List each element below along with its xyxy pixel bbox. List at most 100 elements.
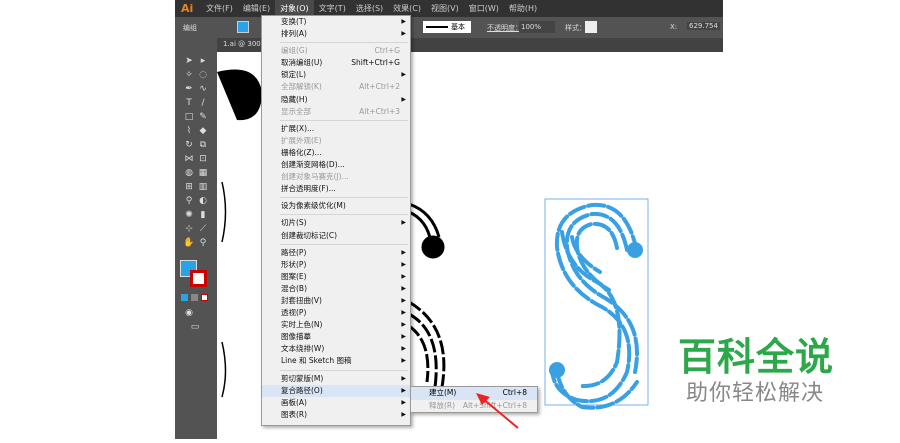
black-fingerprint-upper — [408, 202, 445, 259]
menu-item[interactable]: 实时上色(N) ▶ — [262, 319, 410, 331]
menu-item-label: 显示全部 — [281, 106, 311, 116]
scale-icon[interactable]: ⧉ — [197, 140, 209, 150]
submenu-arrow-icon: ▶ — [401, 386, 406, 394]
menu-item[interactable]: 创建裁切标记(C) — [262, 230, 410, 242]
none-mode-icon[interactable] — [201, 294, 208, 301]
menu-item[interactable]: 锁定(L) ▶ — [262, 69, 410, 81]
menu-item[interactable]: 路径(P) ▶ — [262, 247, 410, 259]
menu-item[interactable]: 复合路径(O) ▶ — [262, 384, 410, 397]
perspective-icon[interactable]: ▦ — [197, 168, 209, 178]
stroke-style-label: 基本 — [451, 23, 465, 31]
hand-icon[interactable]: ✋ — [183, 238, 195, 248]
lasso-icon[interactable]: ◌ — [197, 70, 209, 80]
menu-item[interactable]: 栅格化(Z)... — [262, 147, 410, 159]
menu-item[interactable]: 设为像素级优化(M) — [262, 200, 410, 212]
submenu-arrow-icon: ▶ — [401, 296, 406, 304]
s-bottom-cap — [549, 362, 565, 378]
stroke-color-swatch[interactable] — [190, 270, 207, 287]
menu-item[interactable]: 文本绕排(W) ▶ — [262, 343, 410, 355]
black-curve-left — [221, 341, 227, 398]
rectangle-tool-icon[interactable]: □ — [183, 112, 195, 122]
menu-item[interactable]: 变换(T) ▶ — [262, 16, 410, 28]
menu-item-label: 实时上色(N) — [281, 320, 323, 330]
gradient-icon[interactable]: ▥ — [197, 182, 209, 192]
menu-item[interactable]: 形状(P) ▶ — [262, 259, 410, 271]
submenu-arrow-icon: ▶ — [401, 345, 406, 353]
mesh-icon[interactable]: ⊞ — [183, 182, 195, 192]
menu-item[interactable]: 透视(P) ▶ — [262, 307, 410, 319]
rotate-icon[interactable]: ↻ — [183, 140, 195, 150]
menu-item[interactable]: 全部解锁(K) Alt+Ctrl+2 — [262, 81, 410, 93]
x-input[interactable]: 629.754 — [687, 22, 720, 30]
pencil-icon[interactable]: ✎ — [197, 112, 209, 122]
direct-selection-tool-icon[interactable]: ▸ — [197, 56, 209, 66]
menu-item-label: 排列(A) — [281, 29, 307, 39]
menu-item[interactable]: Line 和 Sketch 图稿 ▶ — [262, 355, 410, 367]
menu-item[interactable]: 画板(A) ▶ — [262, 397, 410, 409]
draw-mode-icon[interactable]: ◉ — [183, 308, 195, 318]
menu-item-shortcut: Shift+Ctrl+G — [351, 58, 400, 68]
menu-item-label: 取消编组(U) — [281, 58, 323, 68]
artboard-icon[interactable]: ⊹ — [183, 224, 195, 234]
submenu-arrow-icon: ▶ — [401, 333, 406, 341]
menu-separator — [280, 214, 408, 216]
fill-swatch[interactable] — [237, 21, 249, 33]
submenu-arrow-icon: ▶ — [401, 272, 406, 280]
color-mode-icon[interactable] — [181, 294, 188, 301]
curvature-icon[interactable]: ∿ — [197, 84, 209, 94]
menu-item[interactable]: 图表(R) ▶ — [262, 409, 410, 421]
menu-item-label: 封套扭曲(V) — [281, 295, 322, 305]
menu-item[interactable]: 扩展(X)... — [262, 123, 410, 135]
opacity-input[interactable]: 100% — [519, 21, 555, 33]
gradient-mode-icon[interactable] — [191, 294, 198, 301]
pen-tool-icon[interactable]: ✒ — [183, 84, 195, 94]
shape-builder-icon[interactable]: ◍ — [183, 168, 195, 178]
blend-icon[interactable]: ◐ — [197, 196, 209, 206]
menu-window[interactable]: 窗口(W) — [464, 0, 504, 17]
screen-mode-icon[interactable]: ▭ — [189, 322, 201, 332]
menu-view[interactable]: 视图(V) — [426, 0, 464, 17]
menu-item[interactable]: 图案(E) ▶ — [262, 271, 410, 283]
selection-tool-icon[interactable]: ➤ — [183, 56, 195, 66]
type-tool-icon[interactable]: T — [183, 98, 195, 108]
symbol-sprayer-icon[interactable]: ✺ — [183, 210, 195, 220]
eyedropper-icon[interactable]: ⚲ — [183, 196, 195, 206]
eraser-icon[interactable]: ◆ — [197, 126, 209, 136]
menu-item[interactable]: 切片(S) ▶ — [262, 217, 410, 229]
menu-item[interactable]: 拼合透明度(F)... — [262, 183, 410, 195]
menu-item[interactable]: 隐藏(H) ▶ — [262, 94, 410, 106]
menu-item-label: Line 和 Sketch 图稿 — [281, 356, 352, 366]
menu-bar: Ai 文件(F) 编辑(E) 对象(O) 文字(T) 选择(S) 效果(C) 视… — [175, 0, 723, 17]
menu-separator — [280, 42, 408, 44]
magic-wand-icon[interactable]: ✧ — [183, 70, 195, 80]
menu-item[interactable]: 扩展外观(E) — [262, 135, 410, 147]
brush-icon[interactable]: ⌇ — [183, 126, 195, 136]
width-tool-icon[interactable]: ⋈ — [183, 154, 195, 164]
menu-item[interactable]: 取消编组(U) Shift+Ctrl+G — [262, 57, 410, 69]
graph-icon[interactable]: ▮ — [197, 210, 209, 220]
zoom-icon[interactable]: ⚲ — [197, 238, 209, 248]
menu-item[interactable]: 创建渐变网格(D)... — [262, 159, 410, 171]
menu-item[interactable]: 创建对象马赛克(J)... — [262, 171, 410, 183]
menu-item-shortcut: Ctrl+G — [374, 46, 400, 56]
s-top-cap — [627, 242, 643, 258]
menu-item[interactable]: 编组(G) Ctrl+G — [262, 45, 410, 57]
watermark-subtitle: 助你轻松解决 — [686, 381, 825, 406]
menu-file[interactable]: 文件(F) — [201, 0, 238, 17]
menu-help[interactable]: 帮助(H) — [504, 0, 542, 17]
slice-icon[interactable]: ⟋ — [197, 224, 209, 234]
menu-item[interactable]: 封套扭曲(V) ▶ — [262, 295, 410, 307]
menu-item-label: 画板(A) — [281, 397, 307, 407]
submenu-arrow-icon: ▶ — [401, 398, 406, 406]
menu-item[interactable]: 剪切蒙版(M) ▶ — [262, 373, 410, 385]
menu-item[interactable]: 图像描摹 ▶ — [262, 331, 410, 343]
menu-item[interactable]: 排列(A) ▶ — [262, 28, 410, 40]
blue-s-shape[interactable] — [550, 202, 639, 410]
free-transform-icon[interactable]: ⊡ — [197, 154, 209, 164]
menu-item-label: 隐藏(H) — [281, 94, 308, 104]
line-tool-icon[interactable]: / — [197, 98, 209, 108]
style-swatch[interactable] — [585, 21, 597, 33]
menu-item[interactable]: 混合(B) ▶ — [262, 283, 410, 295]
menu-item[interactable]: 显示全部 Alt+Ctrl+3 — [262, 106, 410, 118]
stroke-style-select[interactable]: 基本 — [423, 21, 471, 33]
